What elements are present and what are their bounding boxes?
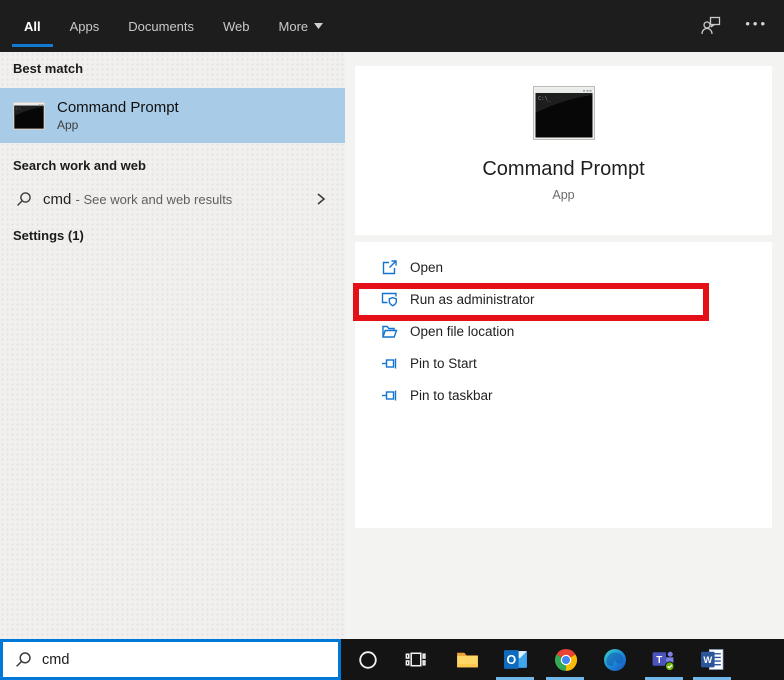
- command-prompt-icon: [533, 86, 595, 140]
- tab-more-label: More: [279, 19, 309, 34]
- svg-text:O: O: [506, 653, 516, 667]
- outlook-icon[interactable]: O: [503, 647, 528, 672]
- feedback-icon[interactable]: [699, 14, 723, 38]
- chevron-right-icon[interactable]: [315, 191, 327, 207]
- topbar-actions: •••: [699, 14, 768, 38]
- pin-icon: [381, 355, 398, 372]
- chevron-down-icon: [314, 23, 323, 29]
- taskbar: O: [0, 639, 784, 680]
- filter-tabs: All Apps Documents Web More: [24, 0, 323, 52]
- search-input[interactable]: [42, 652, 292, 668]
- action-pin-to-taskbar[interactable]: Pin to taskbar: [355, 379, 772, 411]
- more-options-icon[interactable]: •••: [745, 17, 768, 36]
- teams-icon[interactable]: T: [651, 647, 676, 672]
- tab-web[interactable]: Web: [223, 19, 250, 34]
- context-actions-card: Open Run as administrator Open file loca…: [355, 242, 772, 528]
- folder-open-icon: [381, 323, 398, 340]
- best-match-type: App: [57, 118, 179, 132]
- tab-apps[interactable]: Apps: [70, 19, 100, 34]
- tab-all[interactable]: All: [24, 19, 41, 34]
- svg-text:T: T: [656, 655, 662, 666]
- file-explorer-icon[interactable]: [455, 647, 480, 672]
- admin-shield-icon: [381, 291, 398, 308]
- svg-text:W: W: [703, 655, 712, 665]
- suggestion-query: cmd: [43, 191, 71, 208]
- preview-app-card: Command Prompt App: [355, 66, 772, 235]
- tab-more[interactable]: More: [279, 19, 324, 34]
- launch-icon: [381, 259, 398, 276]
- edge-icon[interactable]: [602, 647, 627, 672]
- command-prompt-icon: [13, 102, 45, 130]
- action-label: Run as administrator: [410, 292, 535, 307]
- action-label: Pin to Start: [410, 356, 477, 371]
- action-label: Open file location: [410, 324, 514, 339]
- search-results-panel: Best match Command Prompt App Search wor…: [0, 52, 345, 639]
- preview-title: Command Prompt: [355, 158, 772, 181]
- action-pin-to-start[interactable]: Pin to Start: [355, 347, 772, 379]
- preview-type: App: [355, 188, 772, 202]
- preview-panel: Command Prompt App Open Run as administr…: [345, 52, 784, 639]
- pin-icon: [381, 387, 398, 404]
- best-match-title: Command Prompt: [57, 99, 179, 116]
- action-run-as-administrator[interactable]: Run as administrator: [355, 283, 772, 315]
- chrome-icon[interactable]: [553, 647, 578, 672]
- web-search-suggestion[interactable]: cmd - See work and web results: [0, 180, 345, 218]
- search-icon: [16, 191, 32, 207]
- action-open-file-location[interactable]: Open file location: [355, 315, 772, 347]
- word-icon[interactable]: W: [700, 647, 725, 672]
- action-label: Open: [410, 260, 443, 275]
- search-web-header: Search work and web: [0, 158, 146, 173]
- taskbar-search-box[interactable]: [0, 639, 341, 680]
- windows-search-flyout: All Apps Documents Web More ••• Best mat…: [0, 0, 784, 680]
- best-match-header: Best match: [0, 61, 83, 76]
- action-label: Pin to taskbar: [410, 388, 493, 403]
- settings-header: Settings (1): [0, 228, 84, 243]
- task-view-icon[interactable]: [403, 647, 428, 672]
- tab-documents[interactable]: Documents: [128, 19, 194, 34]
- action-open[interactable]: Open: [355, 251, 772, 283]
- best-match-result[interactable]: Command Prompt App: [0, 88, 345, 143]
- search-filter-bar: All Apps Documents Web More •••: [0, 0, 784, 52]
- suggestion-hint: - See work and web results: [76, 192, 233, 207]
- search-icon: [15, 651, 32, 668]
- cortana-icon[interactable]: [355, 647, 380, 672]
